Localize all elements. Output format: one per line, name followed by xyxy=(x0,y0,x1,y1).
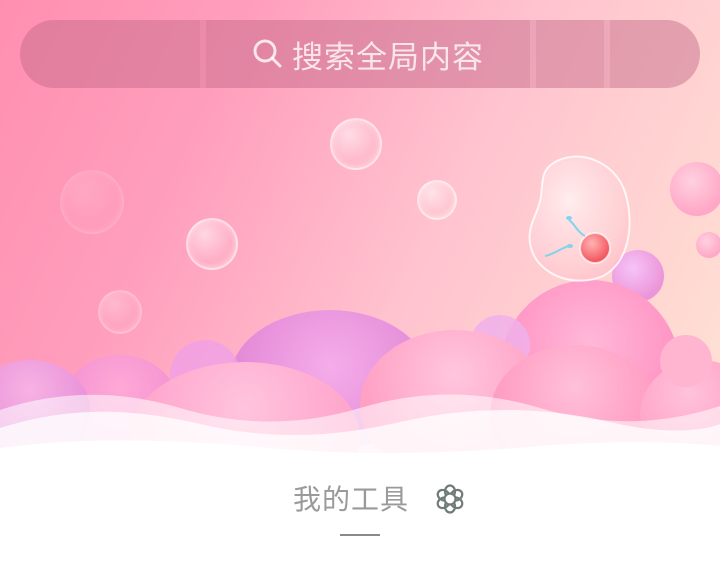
search-bar-segment xyxy=(610,20,700,88)
search-icon xyxy=(253,39,282,68)
pink-ball-decoration xyxy=(670,162,720,216)
egg-illustration xyxy=(528,155,631,282)
search-bar[interactable]: 搜索全局内容 xyxy=(20,20,700,88)
search-input[interactable]: 搜索全局内容 xyxy=(252,20,484,88)
search-placeholder: 搜索全局内容 xyxy=(292,39,484,76)
bubble-decoration xyxy=(98,290,142,334)
wave-decoration xyxy=(0,394,720,470)
search-bar-segment xyxy=(536,20,604,88)
bubble-decoration xyxy=(330,118,382,170)
tools-title-underline xyxy=(340,534,380,536)
pink-ball-decoration xyxy=(696,232,720,258)
cloud-decoration xyxy=(660,335,712,387)
tools-title: 我的工具 xyxy=(293,483,410,516)
bubble-decoration xyxy=(417,180,457,220)
search-bar-segment xyxy=(20,20,200,88)
settings-flower-icon[interactable] xyxy=(434,483,466,515)
bubble-decoration xyxy=(186,218,238,270)
bubble-decoration xyxy=(60,170,124,234)
